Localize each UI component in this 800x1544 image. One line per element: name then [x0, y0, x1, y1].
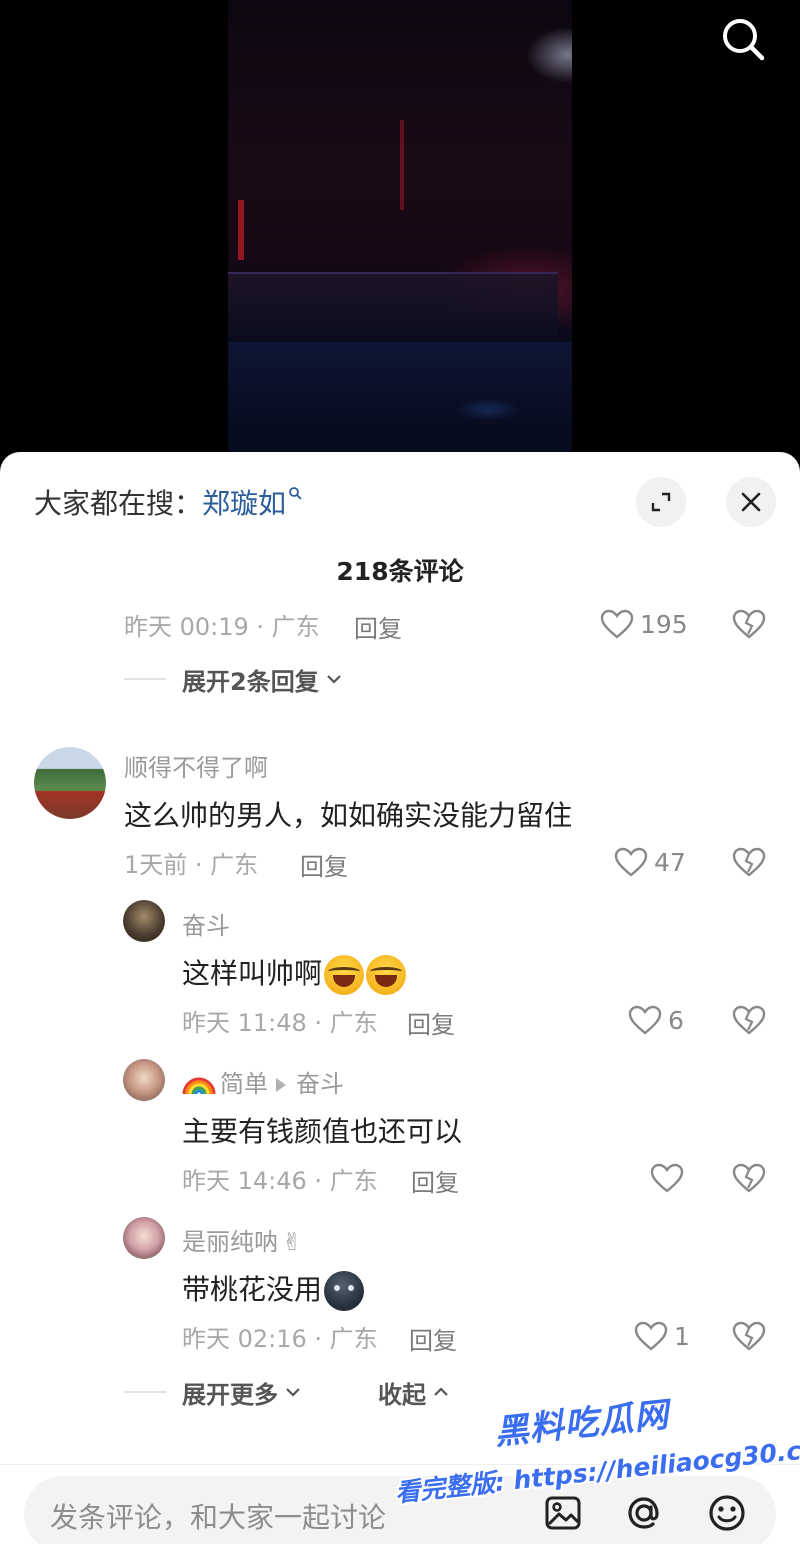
search-button[interactable]	[718, 14, 768, 64]
stage-light	[400, 120, 404, 210]
like-button[interactable]: 6	[628, 1002, 684, 1038]
reply-username[interactable]: 奋斗	[182, 906, 230, 941]
image-icon	[545, 1496, 581, 1530]
victory-hand-emoji: ✌	[282, 1228, 303, 1256]
avatar[interactable]	[34, 747, 106, 819]
collapse-button[interactable]: 收起	[378, 1374, 450, 1410]
rainbow-emoji	[182, 1077, 216, 1095]
dislike-button[interactable]	[731, 1160, 767, 1196]
comment-meta: 1天前 · 广东	[124, 844, 258, 880]
reply-button[interactable]: 回复	[354, 609, 402, 644]
smiley-icon	[709, 1495, 745, 1531]
reply-meta: 昨天 14:46 · 广东	[182, 1160, 378, 1196]
comment-timestamp-location: 昨天 00:19 · 广东	[124, 612, 320, 641]
dislike-button[interactable]	[731, 606, 767, 642]
reply-to-arrow-icon	[276, 1078, 286, 1092]
sad-face-emoji	[324, 1271, 365, 1311]
reply-button[interactable]: 回复	[411, 1163, 459, 1198]
expand-icon	[651, 492, 671, 512]
expand-replies-button[interactable]: 展开2条回复	[124, 661, 343, 697]
avatar[interactable]	[123, 1217, 165, 1259]
reply-text: 主要有钱颜值也还可以	[182, 1115, 463, 1148]
like-count: 1	[674, 1321, 690, 1351]
dislike-button[interactable]	[731, 1318, 767, 1354]
comment-count-title: 218条评论	[336, 557, 464, 586]
trending-search-keyword[interactable]: 郑璇如	[202, 487, 286, 520]
emoji-button[interactable]	[702, 1488, 752, 1538]
like-count: 6	[668, 1005, 684, 1035]
expand-sheet-button[interactable]	[636, 477, 686, 527]
heart-icon	[634, 1321, 668, 1351]
reply-button[interactable]: 回复	[409, 1321, 457, 1356]
at-mention-icon	[628, 1497, 659, 1529]
reply-to-username[interactable]: 奋斗	[296, 1070, 344, 1098]
comment-text: 这么帅的男人，如如确实没能力留住	[124, 799, 573, 832]
reply-meta: 昨天 11:48 · 广东	[182, 1002, 378, 1038]
video-player[interactable]	[0, 0, 800, 470]
laugh-cry-emoji	[324, 955, 365, 995]
heart-icon	[628, 1005, 662, 1035]
heart-icon	[600, 609, 634, 639]
avatar[interactable]	[123, 1059, 165, 1101]
stage-table	[228, 272, 558, 342]
image-button[interactable]	[538, 1488, 588, 1538]
reply-timestamp-location: 昨天 02:16 · 广东	[182, 1324, 378, 1353]
heart-icon	[650, 1163, 684, 1193]
dislike-button[interactable]	[731, 1002, 767, 1038]
broken-heart-icon	[732, 1005, 766, 1035]
reply-username[interactable]: 是丽纯呐	[182, 1228, 278, 1256]
reply-timestamp-location: 昨天 11:48 · 广东	[182, 1008, 378, 1037]
trending-search-hint[interactable]: 大家都在搜：郑璇如	[34, 482, 302, 522]
reply-meta: 昨天 02:16 · 广东	[182, 1318, 378, 1354]
small-search-icon	[289, 487, 302, 500]
like-count: 195	[640, 609, 688, 639]
expand-more-label: 展开更多	[182, 1380, 278, 1409]
close-sheet-button[interactable]	[726, 477, 776, 527]
expand-replies-label: 展开2条回复	[182, 667, 319, 696]
comment-input[interactable]: 发条评论，和大家一起讨论	[24, 1476, 776, 1544]
comment-sheet: 大家都在搜：郑璇如 218条评论 昨天 00:19 · 广东 回复 195 展开…	[0, 452, 800, 1544]
chevron-down-icon	[286, 1388, 300, 1397]
like-button[interactable]: 47	[614, 844, 686, 880]
dislike-button[interactable]	[731, 844, 767, 880]
reply-button[interactable]: 回复	[300, 847, 348, 882]
stage-light	[238, 200, 244, 260]
heart-icon	[614, 847, 648, 877]
expand-more-button[interactable]: 展开更多	[124, 1374, 302, 1410]
avatar[interactable]	[123, 900, 165, 942]
trending-search-prefix: 大家都在搜：	[34, 487, 203, 520]
broken-heart-icon	[732, 1163, 766, 1193]
comment-meta: 昨天 00:19 · 广东	[124, 606, 320, 642]
laugh-cry-emoji	[366, 955, 407, 995]
comment-input-placeholder: 发条评论，和大家一起讨论	[50, 1501, 387, 1534]
like-count: 47	[654, 847, 686, 877]
reply-username-row: 简单 奋斗	[182, 1064, 344, 1099]
reply-text-content: 这样叫帅啊	[182, 957, 323, 990]
chevron-up-icon	[434, 1387, 448, 1396]
reply-text: 带桃花没用	[182, 1268, 365, 1311]
like-button[interactable]: 1	[634, 1318, 690, 1354]
stage-lower	[228, 342, 572, 470]
comment-timestamp-location: 1天前 · 广东	[124, 850, 259, 879]
mention-button[interactable]	[619, 1488, 669, 1538]
comment-username[interactable]: 顺得不得了啊	[124, 748, 268, 783]
reply-username[interactable]: 简单	[220, 1070, 268, 1098]
broken-heart-icon	[732, 1321, 766, 1351]
close-icon	[741, 492, 761, 512]
like-button[interactable]	[650, 1160, 690, 1196]
like-button[interactable]: 195	[600, 606, 688, 642]
reply-text: 这样叫帅啊	[182, 952, 407, 995]
broken-heart-icon	[732, 847, 766, 877]
reply-timestamp-location: 昨天 14:46 · 广东	[182, 1166, 378, 1195]
broken-heart-icon	[732, 609, 766, 639]
reply-button[interactable]: 回复	[407, 1005, 455, 1040]
reply-text-content: 带桃花没用	[182, 1273, 323, 1306]
collapse-label: 收起	[378, 1380, 426, 1409]
divider-line	[124, 1391, 166, 1393]
search-icon	[723, 19, 765, 61]
reply-username-row: 是丽纯呐 ✌	[182, 1222, 302, 1257]
chevron-down-icon	[326, 675, 341, 684]
divider-line	[124, 678, 166, 680]
